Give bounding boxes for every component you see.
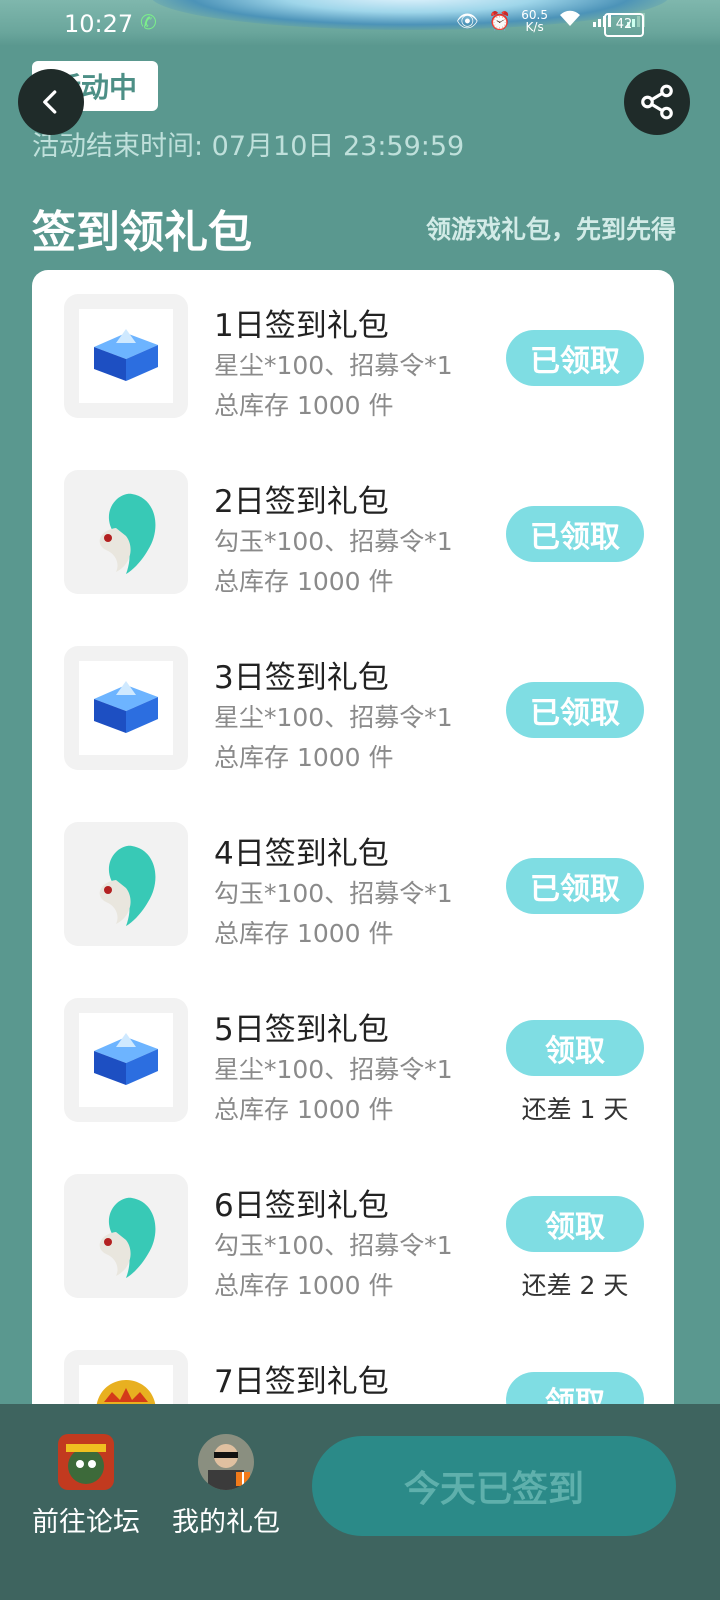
- jade-magatama-icon: [99, 845, 156, 926]
- share-icon: [641, 84, 673, 120]
- claimed-button[interactable]: 已领取: [506, 858, 644, 914]
- claim-button[interactable]: 领取: [506, 1020, 644, 1076]
- section-title: 签到领礼包: [32, 207, 252, 258]
- gift-item: 5日签到礼包 星尘*100、招募令*1 总库存 1000 件 领取 还差 1 天: [32, 998, 674, 1168]
- net-speed: 60.5 K/s: [521, 8, 548, 34]
- gift-stock: 总库存 1000 件: [214, 1095, 394, 1124]
- gift-thumbnail: [64, 294, 188, 418]
- gift-contents: 勾玉*100、招募令*1: [214, 879, 453, 908]
- go-to-forum-label: 前往论坛: [32, 1507, 140, 1538]
- crystal-chest-icon: [94, 681, 158, 733]
- gift-title: 5日签到礼包: [214, 1012, 389, 1048]
- gift-item: 6日签到礼包 勾玉*100、招募令*1 总库存 1000 件 领取 还差 2 天: [32, 1174, 674, 1344]
- share-button[interactable]: [624, 69, 690, 135]
- days-remaining: 还差 2 天: [521, 1271, 629, 1300]
- gift-thumbnail: [64, 1174, 188, 1298]
- gift-title: 3日签到礼包: [214, 660, 389, 696]
- days-remaining: 还差 1 天: [521, 1095, 629, 1124]
- battery-icon: 42: [604, 13, 644, 37]
- jade-magatama-icon: [99, 1197, 156, 1278]
- crystal-chest-icon: [94, 329, 158, 381]
- go-to-forum-button[interactable]: 前往论坛: [26, 1434, 146, 1539]
- gift-title: 2日签到礼包: [214, 484, 389, 520]
- gift-contents: 勾玉*100、招募令*1: [214, 527, 453, 556]
- gift-contents: 星尘*100、招募令*1: [214, 351, 453, 380]
- bottom-action-bar: 前往论坛 我的礼包 今天已签到: [0, 1404, 720, 1600]
- section-subtitle: 领游戏礼包，先到先得: [425, 215, 676, 244]
- activity-end-time: 活动结束时间: 07月10日 23:59:59: [32, 131, 465, 162]
- back-button[interactable]: [18, 69, 84, 135]
- gift-stock: 总库存 1000 件: [214, 1271, 394, 1300]
- gift-contents: 星尘*100、招募令*1: [214, 703, 453, 732]
- gift-item: 4日签到礼包 勾玉*100、招募令*1 总库存 1000 件 已领取: [32, 822, 674, 992]
- claimed-button[interactable]: 已领取: [506, 682, 644, 738]
- gift-thumbnail: [64, 998, 188, 1122]
- jade-magatama-icon: [99, 493, 156, 574]
- chevron-left-icon: [43, 90, 57, 114]
- gift-item: 3日签到礼包 星尘*100、招募令*1 总库存 1000 件 已领取: [32, 646, 674, 816]
- crystal-chest-icon: [94, 1033, 158, 1085]
- claimed-button[interactable]: 已领取: [506, 330, 644, 386]
- forum-avatar-icon: [58, 1434, 114, 1490]
- gift-title: 1日签到礼包: [214, 308, 389, 344]
- claim-button[interactable]: 领取: [506, 1196, 644, 1252]
- gift-item: 2日签到礼包 勾玉*100、招募令*1 总库存 1000 件 已领取: [32, 470, 674, 640]
- gift-list-card: 1日签到礼包 星尘*100、招募令*1 总库存 1000 件 已领取 2日签到礼…: [32, 270, 674, 1470]
- call-icon: ✆: [140, 10, 157, 34]
- status-time: 10:27: [64, 10, 134, 38]
- gift-thumbnail: [64, 822, 188, 946]
- eye-icon: 👁: [456, 10, 479, 32]
- gift-contents: 星尘*100、招募令*1: [214, 1055, 453, 1084]
- gift-title: 4日签到礼包: [214, 836, 389, 872]
- wifi-icon: [558, 10, 582, 33]
- my-gifts-avatar-icon: [198, 1434, 254, 1490]
- gift-contents: 勾玉*100、招募令*1: [214, 1231, 453, 1260]
- gift-thumbnail: [64, 470, 188, 594]
- claimed-button[interactable]: 已领取: [506, 506, 644, 562]
- my-gifts-label: 我的礼包: [172, 1507, 280, 1538]
- gift-stock: 总库存 1000 件: [214, 743, 394, 772]
- my-gifts-button[interactable]: 我的礼包: [166, 1434, 286, 1539]
- gift-stock: 总库存 1000 件: [214, 567, 394, 596]
- status-bar: 10:27 ✆ 👁 ⏰ 60.5 K/s 42: [0, 0, 720, 46]
- alarm-icon: ⏰: [488, 10, 512, 32]
- gift-item: 1日签到礼包 星尘*100、招募令*1 总库存 1000 件 已领取: [32, 294, 674, 464]
- gift-stock: 总库存 1000 件: [214, 391, 394, 420]
- gift-stock: 总库存 1000 件: [214, 919, 394, 948]
- signed-in-today-button[interactable]: 今天已签到: [312, 1436, 676, 1536]
- gift-title: 7日签到礼包: [214, 1364, 389, 1400]
- gift-title: 6日签到礼包: [214, 1188, 389, 1224]
- gift-thumbnail: [64, 646, 188, 770]
